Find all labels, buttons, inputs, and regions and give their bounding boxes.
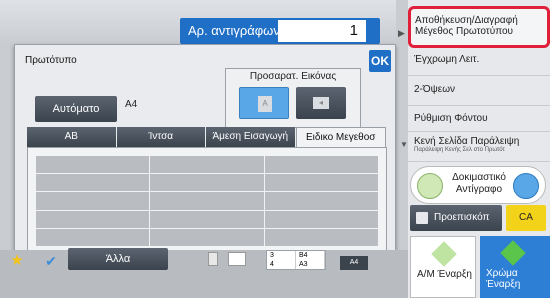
size-slot[interactable] (150, 210, 264, 228)
start-color-button[interactable]: Χρώμα Έναρξη (480, 236, 550, 298)
check-icon[interactable]: ✔ (40, 252, 62, 270)
tray-number: 4 (267, 260, 296, 269)
preview-icon (416, 212, 428, 224)
auto-button[interactable]: Αυτόματο (35, 96, 117, 122)
ca-button[interactable]: CA (506, 205, 546, 231)
tray-size: A3 (296, 260, 325, 269)
start-bw-label: Α/Μ Έναρξη (417, 269, 472, 280)
image-adjust-frame: Προσαρατ. Εικόνας A ◂ (225, 68, 361, 128)
paper-size-label: A4 (125, 99, 138, 110)
image-adjust-title: Προσαρατ. Εικόνας (249, 71, 337, 82)
start-color-label: Χρώμα Έναρξη (486, 268, 521, 290)
size-slot[interactable] (36, 174, 150, 192)
proof-color-icon (513, 173, 539, 199)
menu-item-sub: Παράλειψη Κενής Σελ στο Πρωτότ (414, 147, 505, 153)
tray-number: 3 (267, 251, 296, 260)
menu-item-blank-page-skip[interactable]: Κενή Σελίδα Παράλειψη Παράλειψη Κενής Σε… (408, 134, 550, 162)
copies-box: Αρ. αντιγράφων 1 (180, 18, 380, 44)
orientation-landscape-button[interactable]: ◂ (296, 87, 346, 119)
output-paper-label: A4 (340, 256, 368, 270)
tray-size: B4 (296, 251, 325, 260)
landscape-icon: ◂ (313, 97, 329, 109)
size-slot[interactable] (36, 228, 150, 246)
orientation-portrait-button[interactable]: A (239, 87, 289, 119)
menu-item-label: Κενή Σελίδα Παράλειψη (414, 136, 520, 147)
preview-label: Προεπισκόπ (434, 212, 490, 223)
size-slot[interactable] (150, 174, 264, 192)
menu-item-duplex[interactable]: 2-Όψεων (408, 78, 550, 106)
tray-icon (208, 252, 218, 266)
size-slot[interactable] (264, 210, 378, 228)
size-slot[interactable] (150, 228, 264, 246)
menu-item-background[interactable]: Ρύθμιση Φόντου (408, 108, 550, 132)
tab-inch[interactable]: Ίντσα (116, 127, 205, 147)
size-slot[interactable] (264, 228, 378, 246)
scroll-down-icon[interactable]: ▼ (398, 140, 410, 154)
dialog-title: Πρωτότυπο (25, 55, 77, 66)
tray-status: 3 B4 4 A3 (266, 250, 326, 270)
original-dialog: Πρωτότυπο OK Αυτόματο A4 Προσαρατ. Εικόν… (14, 44, 396, 262)
other-button[interactable]: Άλλα (68, 248, 168, 270)
proof-bw-icon (417, 173, 443, 199)
tab-ab[interactable]: AB (27, 127, 116, 147)
start-bw-button[interactable]: Α/Μ Έναρξη (410, 236, 476, 298)
size-slot[interactable] (150, 156, 264, 174)
tab-special-size[interactable]: Ειδικο Μεγεθοσ (295, 127, 386, 147)
ok-button[interactable]: OK (369, 50, 391, 72)
size-slot[interactable] (264, 156, 378, 174)
expand-arrow-icon[interactable]: ▶ (398, 28, 405, 39)
menu-item-label: Έγχρωμη Λειτ. (414, 54, 480, 65)
start-color-icon (500, 240, 526, 266)
size-grid-area (27, 147, 387, 255)
size-tabs: AB Ίντσα Άμεση Εισαγωγή Ειδικο Μεγεθοσ (27, 127, 387, 147)
size-slot[interactable] (264, 192, 378, 210)
proof-copy-button[interactable]: Δοκιμαστικό Αντίγραφο (410, 166, 546, 204)
size-slot[interactable] (36, 210, 150, 228)
size-slot[interactable] (264, 174, 378, 192)
proof-label: Δοκιμαστικό Αντίγραφο (452, 172, 506, 195)
size-grid (36, 156, 378, 246)
menu-item-color-mode[interactable]: Έγχρωμη Λειτ. (408, 50, 550, 76)
portrait-icon: A (258, 96, 272, 112)
start-bw-icon (431, 241, 457, 267)
copies-input[interactable]: 1 (278, 20, 366, 42)
tab-direct-entry[interactable]: Άμεση Εισαγωγή (206, 127, 295, 147)
menu-item-label: 2-Όψεων (414, 84, 456, 95)
favorite-star-icon[interactable]: ★ (6, 252, 28, 270)
size-slot[interactable] (36, 156, 150, 174)
menu-item-store-delete-size[interactable]: Αποθήκευση/Διαγραφή Μέγεθος Πρωτοτύπου (408, 6, 550, 48)
copies-label: Αρ. αντιγράφων (188, 23, 280, 38)
size-slot[interactable] (150, 192, 264, 210)
menu-item-label: Ρύθμιση Φόντου (414, 113, 488, 124)
size-slot[interactable] (36, 192, 150, 210)
preview-button[interactable]: Προεπισκόπ (410, 205, 502, 231)
menu-item-label: Αποθήκευση/Διαγραφή Μέγεθος Πρωτοτύπου (415, 15, 518, 37)
bypass-tray-icon (228, 252, 246, 266)
